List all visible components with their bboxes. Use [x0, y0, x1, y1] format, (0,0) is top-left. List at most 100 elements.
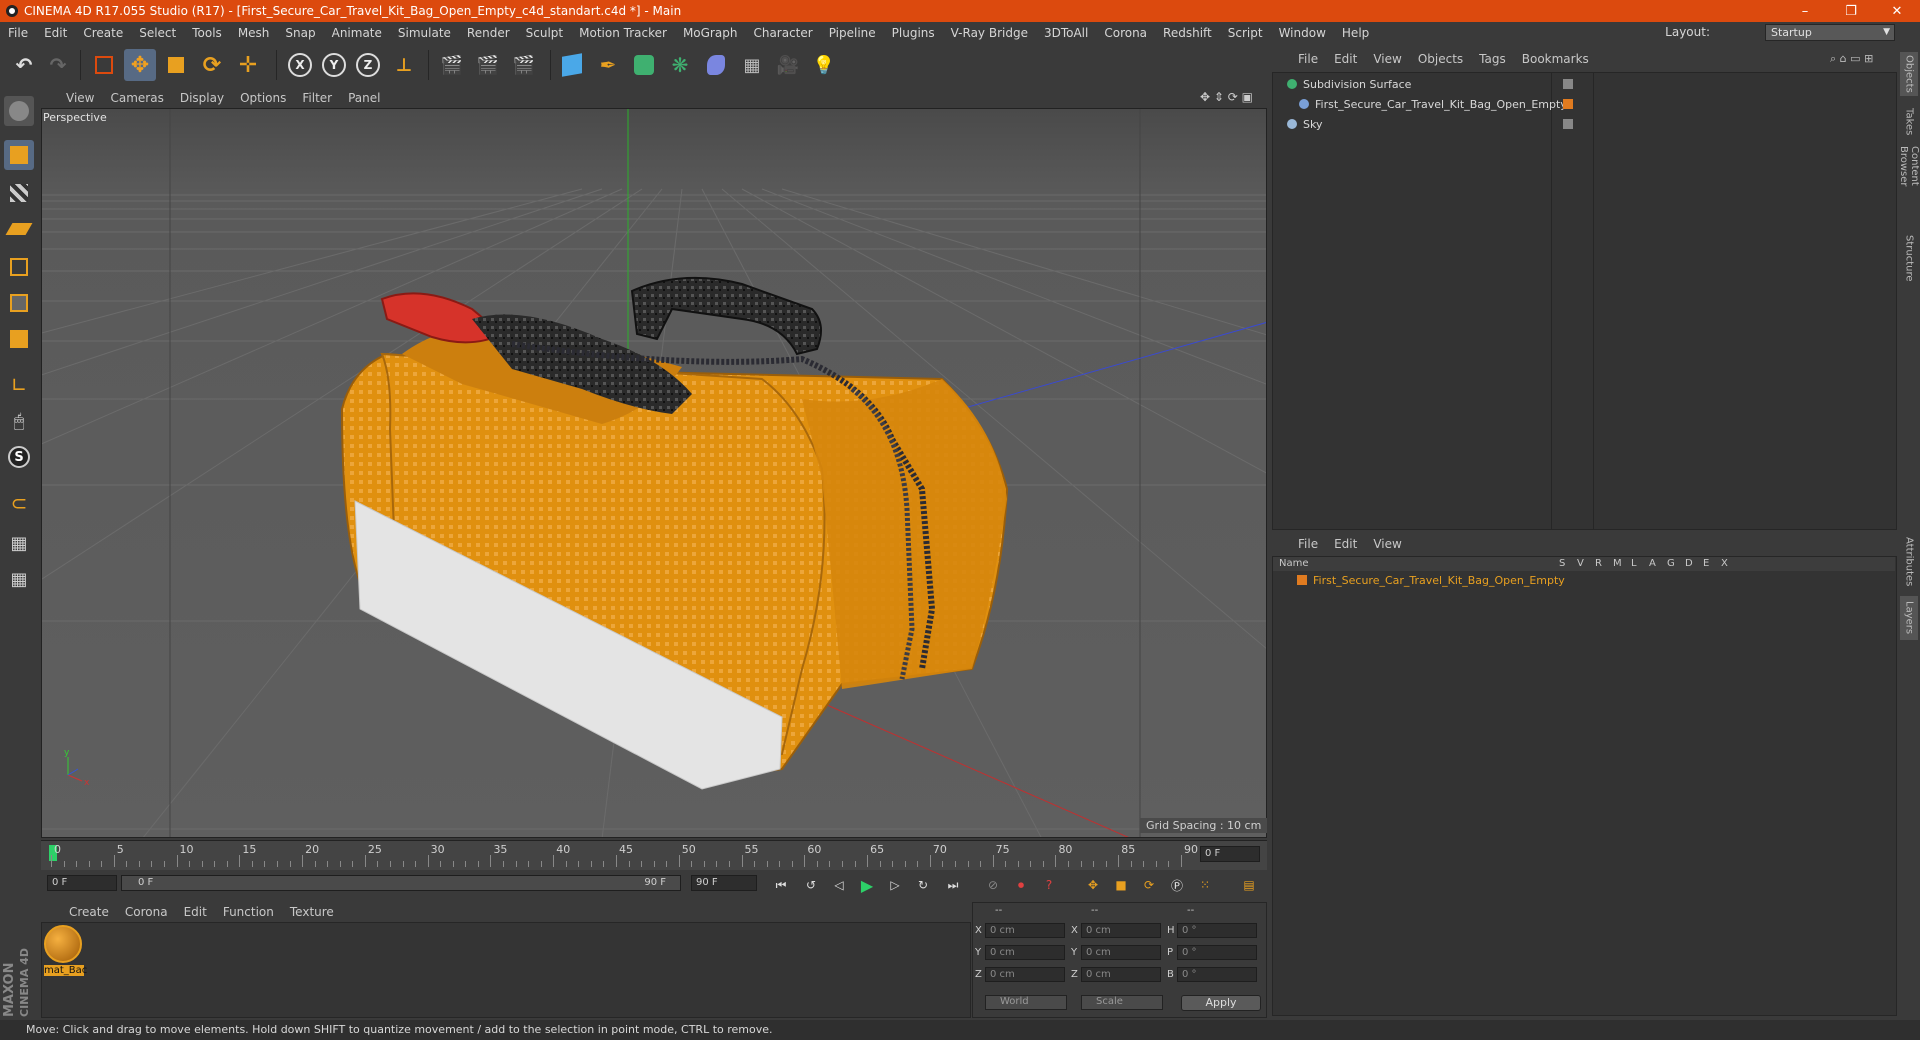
menu-create[interactable]: Create — [75, 26, 131, 40]
grid-lock-button[interactable]: ▦ — [4, 528, 34, 558]
object-menu-bookmarks[interactable]: Bookmarks — [1514, 52, 1597, 66]
menu-window[interactable]: Window — [1271, 26, 1334, 40]
rotate-tool-button[interactable]: ⟳ — [196, 49, 228, 81]
menu-edit[interactable]: Edit — [36, 26, 75, 40]
layout-select[interactable]: Startup ▼ — [1765, 24, 1895, 41]
menu-corona[interactable]: Corona — [1096, 26, 1155, 40]
step-forward-button[interactable]: ▷ — [883, 874, 907, 896]
maximize-view-icon[interactable]: ▣ — [1242, 90, 1253, 104]
layer-column-s[interactable]: S — [1559, 558, 1565, 569]
layer-column-v[interactable]: V — [1577, 558, 1584, 569]
menu-mesh[interactable]: Mesh — [230, 26, 278, 40]
add-generator-button[interactable] — [628, 49, 660, 81]
visibility-toggle[interactable] — [1563, 119, 1573, 129]
start-frame-field[interactable]: 0 F — [47, 875, 117, 891]
viewport-menu-display[interactable]: Display — [172, 91, 232, 105]
menu-tools[interactable]: Tools — [184, 26, 230, 40]
key-rotation-button[interactable]: ⟳ — [1137, 874, 1161, 896]
material-menu-texture[interactable]: Texture — [282, 905, 342, 919]
layout-icon[interactable]: ⊞ — [1864, 52, 1873, 65]
axis-mode-button[interactable]: ∟ — [4, 370, 34, 400]
x-axis-button[interactable]: X — [284, 49, 316, 81]
menu-select[interactable]: Select — [131, 26, 184, 40]
layer-column-a[interactable]: A — [1649, 558, 1656, 569]
transform-tool-button[interactable]: ✛ — [232, 49, 264, 81]
layer-column-name[interactable]: Name — [1279, 558, 1309, 569]
side-tab-objects[interactable]: Objects — [1900, 52, 1918, 96]
search-icon[interactable]: ⌕ — [1830, 52, 1836, 65]
menu-help[interactable]: Help — [1334, 26, 1377, 40]
move-view-icon[interactable]: ✥ — [1200, 90, 1210, 104]
visibility-toggle[interactable] — [1563, 79, 1573, 89]
layer-menu-file[interactable]: File — [1290, 537, 1326, 551]
coord-system-select[interactable]: World — [985, 995, 1067, 1010]
menu-motion-tracker[interactable]: Motion Tracker — [571, 26, 675, 40]
menu-animate[interactable]: Animate — [324, 26, 390, 40]
add-spline-button[interactable]: ✒ — [592, 49, 624, 81]
tweak-mode-button[interactable]: 🖱 — [4, 406, 34, 436]
goto-end-button[interactable]: ⏭ — [941, 874, 965, 896]
side-tab-attributes[interactable]: Attributes — [1900, 534, 1918, 590]
layer-menu-edit[interactable]: Edit — [1326, 537, 1365, 551]
current-frame-field[interactable]: 0 F — [1200, 846, 1260, 862]
object-row[interactable]: First_Secure_Car_Travel_Kit_Bag_Open_Emp… — [1273, 95, 1895, 113]
rotate-view-icon[interactable]: ⟳ — [1228, 90, 1238, 104]
add-cube-button[interactable] — [556, 49, 588, 81]
layer-column-x[interactable]: X — [1721, 558, 1728, 569]
next-key-button[interactable]: ↻ — [911, 874, 935, 896]
menu-plugins[interactable]: Plugins — [884, 26, 943, 40]
record-keys-button[interactable]: ⊘ — [981, 874, 1005, 896]
side-tab-layers[interactable]: Layers — [1900, 596, 1918, 640]
layer-menu-view[interactable]: View — [1365, 537, 1409, 551]
menu-redshift[interactable]: Redshift — [1155, 26, 1220, 40]
points-mode-button[interactable] — [4, 252, 34, 282]
object-row[interactable]: Subdivision Surface — [1273, 75, 1895, 93]
make-editable-button[interactable] — [4, 96, 34, 126]
menu-3dtoall[interactable]: 3DToAll — [1036, 26, 1096, 40]
layer-column-e[interactable]: E — [1703, 558, 1709, 569]
side-tab-structure[interactable]: Structure — [1900, 228, 1918, 288]
perspective-viewport[interactable]: y x — [41, 108, 1267, 838]
coord-value-field[interactable]: 0 cm — [985, 923, 1065, 938]
texture-mode-button[interactable] — [4, 178, 34, 208]
menu-mograph[interactable]: MoGraph — [675, 26, 746, 40]
menu-snap[interactable]: Snap — [277, 26, 323, 40]
coord-value-field[interactable]: 0 cm — [985, 945, 1065, 960]
viewport-menu-cameras[interactable]: Cameras — [102, 91, 171, 105]
menu-v-ray-bridge[interactable]: V-Ray Bridge — [943, 26, 1036, 40]
menu-file[interactable]: File — [0, 26, 36, 40]
menu-simulate[interactable]: Simulate — [390, 26, 459, 40]
render-picture-viewer-button[interactable]: 🎬 — [472, 49, 504, 81]
prev-key-button[interactable]: ↺ — [799, 874, 823, 896]
material-menu-corona[interactable]: Corona — [117, 905, 176, 919]
keyframe-selection-button[interactable]: ? — [1037, 874, 1061, 896]
coord-value-field[interactable]: 0 cm — [1081, 945, 1161, 960]
frame-range-slider[interactable]: 0 F 90 F — [121, 875, 681, 891]
y-axis-button[interactable]: Y — [318, 49, 350, 81]
menu-character[interactable]: Character — [745, 26, 820, 40]
key-pla-button[interactable]: ⁙ — [1193, 874, 1217, 896]
minimize-button[interactable]: – — [1782, 0, 1828, 22]
coord-value-field[interactable]: 0 cm — [1081, 967, 1161, 982]
render-settings-button[interactable]: 🎬 — [508, 49, 540, 81]
viewport-nav-icons[interactable]: ✥ ⇕ ⟳ ▣ — [1200, 90, 1253, 104]
timeline-ruler[interactable]: 0 5 10 15 20 25 30 35 40 45 50 55 60 65 70 75 80 85 90 — [41, 840, 1267, 870]
add-light-button[interactable]: 💡 — [808, 49, 840, 81]
autokey-button[interactable]: ⏺ — [1009, 874, 1033, 896]
menu-sculpt[interactable]: Sculpt — [518, 26, 571, 40]
grid-snap-button[interactable]: ▦ — [4, 564, 34, 594]
viewport-menu-options[interactable]: Options — [232, 91, 294, 105]
coordinate-system-button[interactable]: ⊥ — [388, 49, 420, 81]
layer-column-m[interactable]: M — [1613, 558, 1622, 569]
key-scale-button[interactable]: ■ — [1109, 874, 1133, 896]
side-tab-takes[interactable]: Takes — [1900, 104, 1918, 140]
viewport-menu-panel[interactable]: Panel — [340, 91, 388, 105]
move-tool-button[interactable]: ✥ — [124, 49, 156, 81]
home-icon[interactable]: ⌂ — [1840, 52, 1847, 65]
scale-tool-button[interactable] — [160, 49, 192, 81]
side-tab-content-browser[interactable]: Content Browser — [1898, 146, 1920, 226]
close-button[interactable]: ✕ — [1874, 0, 1920, 22]
z-axis-button[interactable]: Z — [352, 49, 384, 81]
layer-column-d[interactable]: D — [1685, 558, 1693, 569]
render-view-button[interactable]: 🎬 — [436, 49, 468, 81]
